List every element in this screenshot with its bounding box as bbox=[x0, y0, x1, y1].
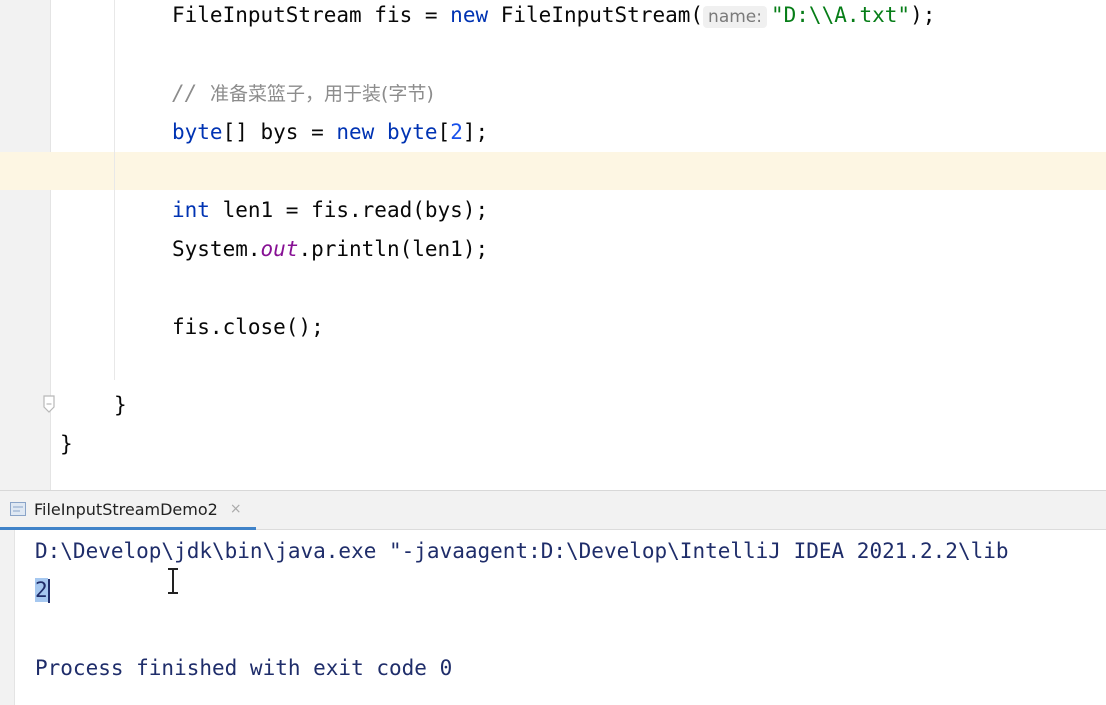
code-editor[interactable]: FileInputStream fis = new FileInputStrea… bbox=[0, 0, 1106, 490]
code-line-println[interactable]: System.out.println(len1); bbox=[172, 231, 488, 267]
console-exit-message: Process finished with exit code 0 bbox=[35, 656, 453, 680]
console-command-line: D:\Develop\jdk\bin\java.exe "-javaagent:… bbox=[35, 539, 1009, 563]
string-literal: "D:\\A.txt" bbox=[771, 3, 911, 27]
output-value: 2 bbox=[35, 578, 48, 602]
code-line-fis-declaration[interactable]: FileInputStream fis = new FileInputStrea… bbox=[172, 0, 935, 33]
console-output-line[interactable]: 2 bbox=[35, 572, 50, 608]
close-icon[interactable]: × bbox=[230, 501, 242, 517]
keyword-new: new bbox=[336, 120, 375, 144]
closing-brace: } bbox=[114, 393, 127, 417]
closing-brace: } bbox=[60, 432, 73, 456]
code-line-comment[interactable]: // 准备菜篮子，用于装(字节) bbox=[172, 75, 434, 111]
code-text: fis = bbox=[361, 3, 451, 27]
keyword-int: int bbox=[172, 198, 210, 222]
code-line-class-brace[interactable]: } bbox=[60, 426, 73, 462]
static-field-out: out bbox=[260, 237, 299, 261]
keyword-byte: byte bbox=[172, 120, 223, 144]
code-text: System. bbox=[172, 237, 261, 261]
editor-gutter bbox=[0, 0, 51, 490]
code-line-method-brace[interactable]: } bbox=[114, 387, 127, 423]
code-line-byte-array[interactable]: byte[] bys = new byte[2]; bbox=[172, 114, 488, 150]
code-line-close[interactable]: fis.close(); bbox=[172, 309, 324, 345]
code-text: [] bys = bbox=[222, 120, 337, 144]
code-line-read[interactable]: int len1 = fis.read(bys); bbox=[172, 192, 488, 228]
comment-slashes: // bbox=[172, 81, 210, 105]
number-literal: 2 bbox=[450, 120, 463, 144]
run-tab-label: FileInputStreamDemo2 bbox=[34, 499, 218, 519]
code-text: [ bbox=[437, 120, 451, 144]
keyword-byte: byte bbox=[374, 120, 438, 144]
comment-text: 准备菜篮子，用于装(字节) bbox=[209, 83, 434, 105]
run-tab[interactable]: FileInputStreamDemo2 × bbox=[0, 491, 256, 530]
run-config-icon bbox=[10, 502, 26, 516]
code-text: .println(len1); bbox=[298, 237, 489, 261]
fold-end-icon[interactable] bbox=[42, 395, 56, 413]
run-tab-bar: FileInputStreamDemo2 × bbox=[0, 491, 1106, 530]
code-text: ]; bbox=[462, 120, 489, 144]
text-cursor-icon bbox=[168, 568, 178, 594]
code-text: ); bbox=[910, 3, 936, 27]
code-text: len1 = fis.read(bys); bbox=[209, 198, 489, 222]
console-gutter bbox=[0, 530, 15, 705]
indent-guide bbox=[114, 0, 115, 380]
keyword-new: new bbox=[450, 3, 489, 27]
current-line-highlight bbox=[0, 152, 1106, 190]
type-name: FileInputStream bbox=[172, 3, 362, 27]
code-text: fis.close(); bbox=[172, 315, 324, 339]
parameter-hint: name: bbox=[703, 6, 767, 28]
constructor-call: FileInputStream( bbox=[488, 3, 704, 27]
text-caret bbox=[47, 579, 50, 603]
